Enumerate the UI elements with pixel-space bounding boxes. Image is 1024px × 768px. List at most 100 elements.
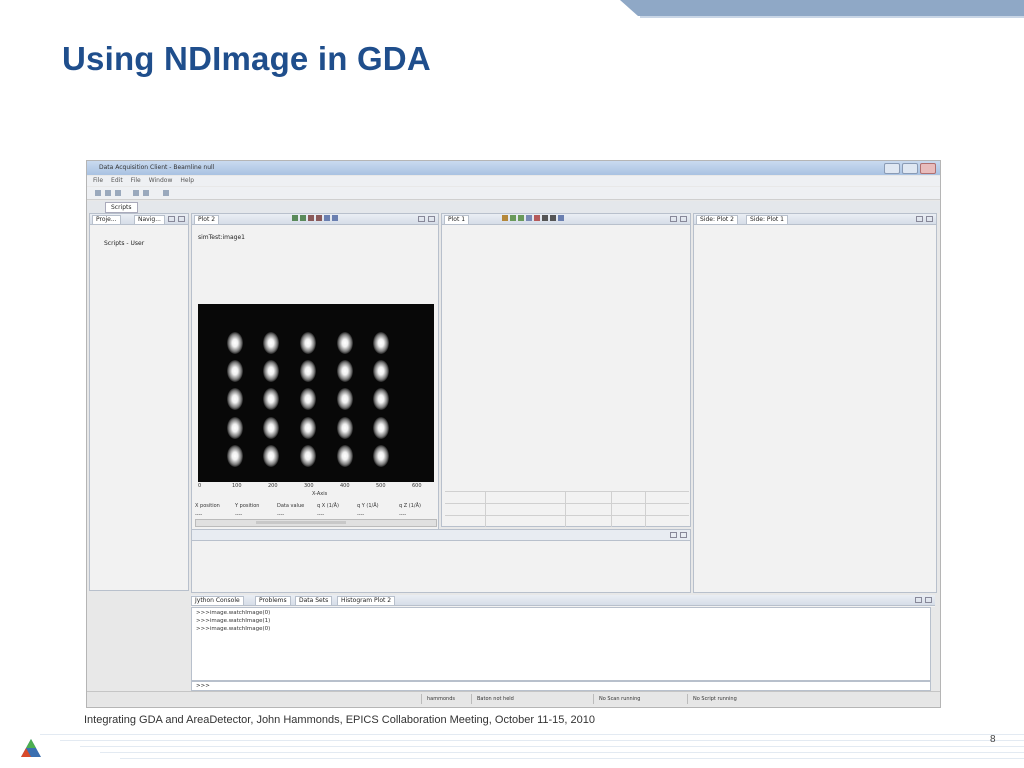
argonne-logo-icon bbox=[21, 739, 41, 757]
plot-tool-icon[interactable] bbox=[558, 215, 564, 221]
image-spot bbox=[300, 360, 316, 382]
minimize-button[interactable] bbox=[884, 163, 900, 174]
minimize-icon[interactable] bbox=[670, 216, 677, 222]
tab-project[interactable]: Proje... bbox=[92, 215, 121, 224]
window-title: Data Acquisition Client - Beamline null bbox=[99, 164, 215, 171]
console-input[interactable]: >>> bbox=[191, 681, 931, 691]
page-number: 8 bbox=[990, 734, 996, 745]
side-plot-panel: Side: Plot 2 Side: Plot 1 bbox=[693, 213, 937, 593]
maximize-icon[interactable] bbox=[428, 216, 435, 222]
plot1-panel: Plot 1 bbox=[441, 213, 691, 527]
tab-data-sets[interactable]: Data Sets bbox=[295, 596, 333, 605]
plot-tool-icon[interactable] bbox=[300, 215, 306, 221]
image-spot bbox=[263, 417, 279, 439]
image-spot bbox=[337, 417, 353, 439]
image-spot bbox=[337, 445, 353, 467]
maximize-icon[interactable] bbox=[926, 216, 933, 222]
plot-tool-icon[interactable] bbox=[332, 215, 338, 221]
col-y-position: Y position bbox=[235, 503, 260, 509]
image-spot bbox=[263, 360, 279, 382]
scrollbar-thumb[interactable] bbox=[256, 521, 346, 524]
horizontal-scrollbar[interactable] bbox=[195, 519, 437, 527]
col-x-position: X position bbox=[195, 503, 220, 509]
status-user: hammonds bbox=[427, 696, 455, 702]
maximize-icon[interactable] bbox=[680, 532, 687, 538]
plot-tool-icon[interactable] bbox=[526, 215, 532, 221]
tab-side-plot2[interactable]: Side: Plot 2 bbox=[696, 215, 738, 224]
close-button[interactable] bbox=[920, 163, 936, 174]
tab-plot1[interactable]: Plot 1 bbox=[444, 215, 470, 224]
tab-plot2[interactable]: Plot 2 bbox=[194, 215, 220, 224]
plot-tool-icon[interactable] bbox=[510, 215, 516, 221]
plot-tool-icon[interactable] bbox=[308, 215, 314, 221]
image-spot bbox=[373, 388, 389, 410]
minimize-icon[interactable] bbox=[915, 597, 922, 603]
plot-tool-icon[interactable] bbox=[534, 215, 540, 221]
plot-tool-icon[interactable] bbox=[542, 215, 548, 221]
save-icon[interactable] bbox=[105, 190, 111, 196]
col-qz: q Z (1/Å) bbox=[399, 503, 421, 509]
status-bar: hammonds Baton not held No Scan running … bbox=[87, 691, 940, 706]
maximize-button[interactable] bbox=[902, 163, 918, 174]
tab-navigator[interactable]: Navig... bbox=[134, 215, 165, 224]
menu-help[interactable]: Help bbox=[180, 176, 194, 186]
image-spot bbox=[337, 332, 353, 354]
value-qx: ---- bbox=[317, 512, 325, 518]
perspective-bar: Scripts bbox=[87, 201, 940, 213]
perspective-tab-scripts[interactable]: Scripts bbox=[105, 202, 138, 213]
plot-tool-icon[interactable] bbox=[502, 215, 508, 221]
tab-problems[interactable]: Problems bbox=[255, 596, 291, 605]
tree-item-scripts-user[interactable]: Scripts - User bbox=[104, 240, 144, 247]
image-spot bbox=[373, 445, 389, 467]
menu-file-2[interactable]: File bbox=[131, 176, 141, 186]
ndimage-plot[interactable] bbox=[198, 304, 434, 482]
value-data: ---- bbox=[277, 512, 285, 518]
x-tick: 300 bbox=[304, 483, 314, 489]
tab-side-plot1[interactable]: Side: Plot 1 bbox=[746, 215, 788, 224]
plot1-data-table bbox=[445, 491, 689, 527]
menu-edit[interactable]: Edit bbox=[111, 176, 123, 186]
slide-title: Using NDImage in GDA bbox=[62, 40, 431, 77]
tab-jython-console[interactable]: Jython Console bbox=[191, 596, 244, 605]
x-axis-label: X-Axis bbox=[312, 491, 328, 497]
minimize-icon[interactable] bbox=[916, 216, 923, 222]
plot-tool-icon[interactable] bbox=[316, 215, 322, 221]
menu-window[interactable]: Window bbox=[149, 176, 173, 186]
menu-file[interactable]: File bbox=[93, 176, 103, 186]
x-tick: 0 bbox=[198, 483, 202, 489]
image-spot bbox=[300, 388, 316, 410]
top-accent-line bbox=[640, 16, 1024, 18]
maximize-icon[interactable] bbox=[178, 216, 185, 222]
new-icon[interactable] bbox=[95, 190, 101, 196]
image-spot bbox=[263, 388, 279, 410]
run-icon[interactable] bbox=[133, 190, 139, 196]
stop-icon[interactable] bbox=[143, 190, 149, 196]
minimize-icon[interactable] bbox=[418, 216, 425, 222]
plot-tool-icon[interactable] bbox=[324, 215, 330, 221]
console-line: >>>image.watchImage(0) bbox=[196, 610, 271, 616]
plot-tool-icon[interactable] bbox=[550, 215, 556, 221]
image-spot bbox=[300, 417, 316, 439]
col-qy: q Y (1/Å) bbox=[357, 503, 379, 509]
x-tick: 600 bbox=[412, 483, 422, 489]
image-spot bbox=[300, 332, 316, 354]
maximize-icon[interactable] bbox=[925, 597, 932, 603]
print-icon[interactable] bbox=[115, 190, 121, 196]
tab-histogram-plot2[interactable]: Histogram Plot 2 bbox=[337, 596, 396, 605]
maximize-icon[interactable] bbox=[680, 216, 687, 222]
image-spot bbox=[373, 360, 389, 382]
col-data-value: Data value bbox=[277, 503, 305, 509]
search-icon[interactable] bbox=[163, 190, 169, 196]
plot-tool-icon[interactable] bbox=[292, 215, 298, 221]
top-accent-band bbox=[620, 0, 1024, 16]
lower-view-panel bbox=[191, 529, 691, 593]
plot-tool-icon[interactable] bbox=[518, 215, 524, 221]
footer-stripes bbox=[40, 728, 1024, 768]
minimize-icon[interactable] bbox=[168, 216, 175, 222]
x-tick: 500 bbox=[376, 483, 386, 489]
image-spot bbox=[227, 360, 243, 382]
minimize-icon[interactable] bbox=[670, 532, 677, 538]
x-tick: 400 bbox=[340, 483, 350, 489]
col-qx: q X (1/Å) bbox=[317, 503, 339, 509]
jython-console[interactable]: >>>image.watchImage(0) >>>image.watchIma… bbox=[191, 607, 931, 681]
